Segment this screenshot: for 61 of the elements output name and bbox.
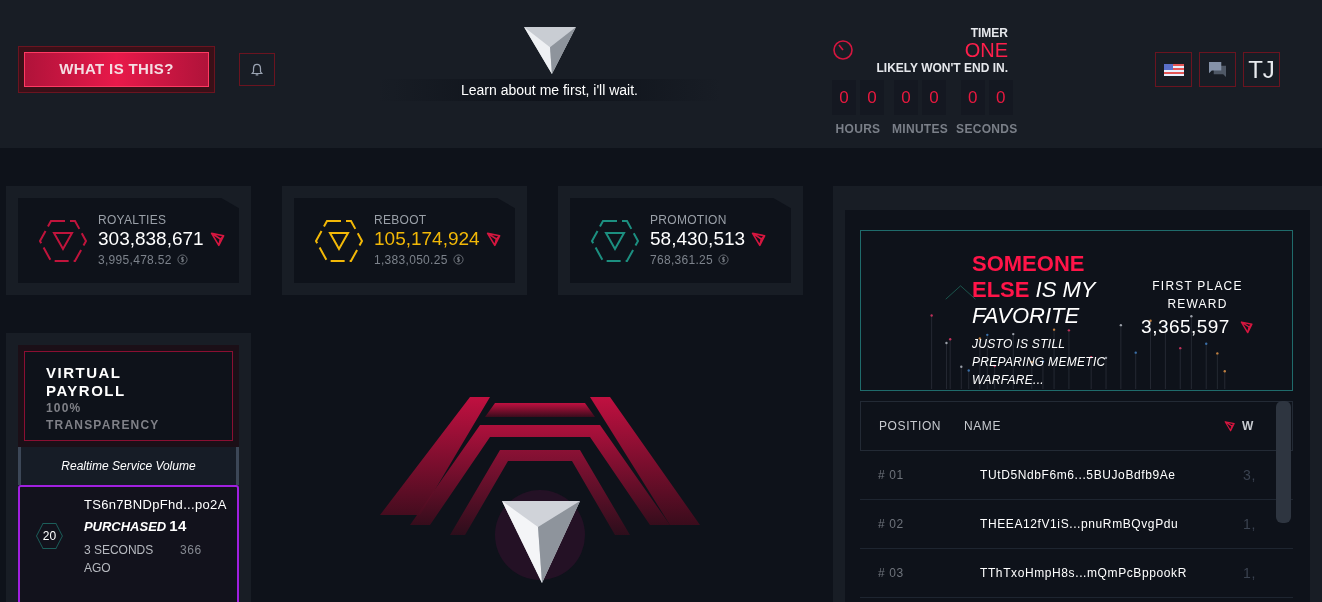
reward-label: FIRST PLACE REWARD xyxy=(1151,278,1244,313)
notification-button[interactable] xyxy=(239,53,275,86)
payroll-title: VIRTUAL PAYROLL xyxy=(46,364,127,400)
language-button[interactable] xyxy=(1155,52,1192,87)
level-badge: 20 xyxy=(36,523,63,549)
stat-usd-value: 1,383,050.25 xyxy=(374,251,448,269)
purchase-action: PURCHASED xyxy=(83,517,167,536)
stat-label: REBOOT xyxy=(374,212,428,227)
column-header: NAME xyxy=(964,418,1003,435)
position-cell-text: # 03 xyxy=(877,565,905,582)
purchase-number: 366 xyxy=(179,542,202,559)
tron-icon xyxy=(485,230,502,247)
timer-title: TIMER xyxy=(969,26,1008,40)
timer-subtitle: LIKELY WON'T END IN. xyxy=(875,60,1008,76)
timer-digit: 0 xyxy=(860,80,884,115)
tron-icon xyxy=(1224,420,1236,432)
user-button[interactable]: TJ xyxy=(1243,52,1280,87)
dollar-coin-icon xyxy=(452,254,464,265)
purchase-time: 3 SECONDS AGO xyxy=(83,542,155,577)
timer-unit-label: SECONDS xyxy=(956,121,1018,138)
timer-digit: 0 xyxy=(960,80,985,115)
purchase-amount: 14 xyxy=(169,515,187,536)
stat-label: ROYALTIES xyxy=(98,212,168,227)
section-title: Realtime Service Volume xyxy=(61,458,196,475)
stat-usd-value: 3,995,478.52 xyxy=(98,251,172,269)
stat-label: PROMOTION xyxy=(650,212,728,227)
tron-icon xyxy=(1239,320,1254,335)
reward-value: 3,365,597 xyxy=(1141,315,1230,339)
dollar-coin-icon xyxy=(718,254,730,265)
help-button[interactable]: WHAT IS THIS? xyxy=(24,52,209,87)
chat-button[interactable] xyxy=(1199,52,1236,87)
timer-unit-label: HOURS xyxy=(835,121,881,138)
name-cell-text: TThTxoHmpH8s...mQmPcBppookR xyxy=(980,565,1188,582)
timer-digit: 0 xyxy=(894,80,919,115)
stat-value: 58,430,513 xyxy=(650,226,746,251)
payroll-subtitle: 100% TRANSPARENCY xyxy=(46,400,161,434)
banner-note: JUSTO IS STILL PREPARING MEMETIC WARFARE... xyxy=(972,336,1107,389)
name-cell-text: THEEA12fV1iS...pnuRmBQvgPdu xyxy=(980,516,1180,533)
column-header: W xyxy=(1242,418,1254,435)
logo-icon xyxy=(522,26,577,76)
name-cell-text: TUtD5NdbF6m6...5BUJoBdfb9Ae xyxy=(980,467,1177,484)
bell-icon xyxy=(250,62,264,77)
column-header: POSITION xyxy=(878,418,943,435)
position-cell-text: # 01 xyxy=(877,467,905,484)
timer-name: ONE xyxy=(963,40,1008,60)
stat-usd-value: 768,361.25 xyxy=(650,251,714,269)
banner-headline: SOMEONE ELSE IS MY FAVORITE xyxy=(972,251,1098,329)
tron-icon xyxy=(209,230,226,247)
timer-digit: 0 xyxy=(922,80,947,115)
position-cell-text: # 02 xyxy=(877,516,905,533)
timer-digit: 0 xyxy=(832,80,856,115)
tron-icon xyxy=(751,230,768,247)
timer-unit-label: MINUTES xyxy=(892,121,949,138)
stat-value: 303,838,671 xyxy=(98,226,204,251)
chat-icon xyxy=(1208,61,1227,78)
stopwatch-icon xyxy=(832,38,854,60)
flag-icon xyxy=(1163,63,1184,76)
wallet-address: TS6n7BNDpFhd...po2A xyxy=(83,496,228,514)
stat-value: 105,174,924 xyxy=(374,226,480,251)
dollar-coin-icon xyxy=(176,254,188,265)
timer-digit: 0 xyxy=(988,80,1013,115)
